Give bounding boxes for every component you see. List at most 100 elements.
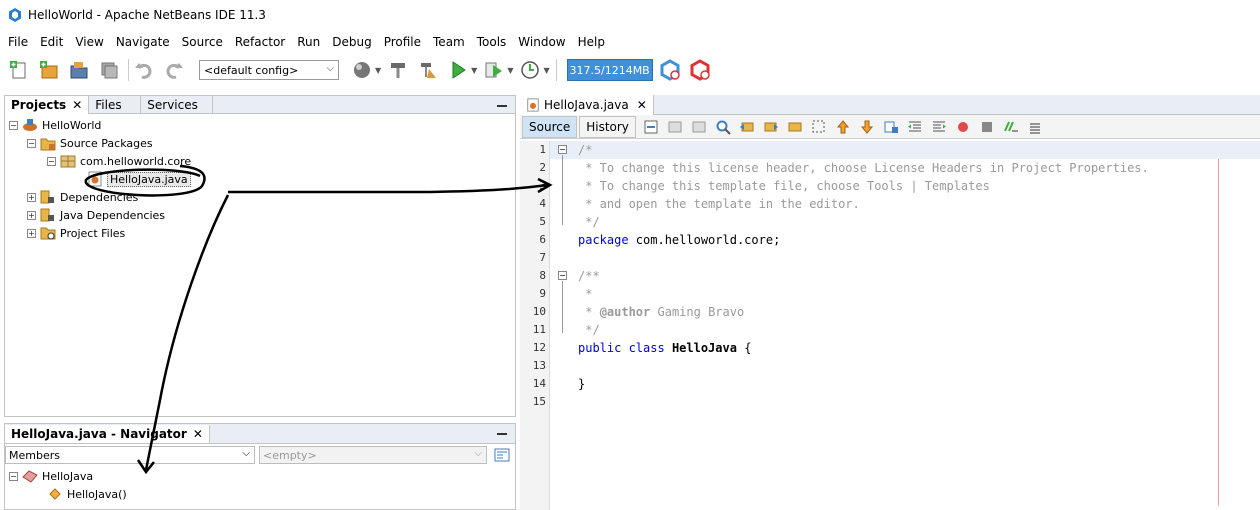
empty-select[interactable]: <empty> ⌵ bbox=[259, 446, 487, 464]
find-button[interactable] bbox=[714, 118, 732, 136]
menu-navigate[interactable]: Navigate bbox=[110, 35, 176, 49]
code-line[interactable]: } bbox=[550, 375, 1260, 393]
uncomment-button[interactable] bbox=[1026, 118, 1044, 136]
profile-button[interactable] bbox=[519, 59, 541, 81]
fold-icon[interactable]: − bbox=[558, 271, 567, 280]
menu-edit[interactable]: Edit bbox=[34, 35, 69, 49]
expand-icon[interactable]: + bbox=[27, 210, 36, 220]
code-area[interactable]: /* * To change this license header, choo… bbox=[550, 141, 1260, 510]
history-mode-button[interactable]: History bbox=[579, 115, 636, 138]
undo-button[interactable] bbox=[133, 59, 155, 81]
code-line[interactable]: */ bbox=[550, 213, 1260, 231]
code-line[interactable]: * and open the template in the editor. bbox=[550, 195, 1260, 213]
tab-services[interactable]: Services bbox=[141, 96, 214, 114]
menu-refactor[interactable]: Refactor bbox=[229, 35, 291, 49]
code-line[interactable] bbox=[550, 357, 1260, 375]
fold-icon[interactable]: − bbox=[558, 145, 567, 154]
source-mode-button[interactable]: Source bbox=[522, 115, 578, 138]
code-line[interactable]: * To change this template file, choose T… bbox=[550, 177, 1260, 195]
clean-build-button[interactable] bbox=[417, 59, 439, 81]
collapse-icon[interactable]: − bbox=[9, 120, 18, 130]
close-icon[interactable]: ✕ bbox=[193, 427, 203, 441]
code-line[interactable]: * @author Gaming Bravo bbox=[550, 303, 1260, 321]
memory-indicator[interactable]: 317.5/1214MB bbox=[566, 59, 653, 81]
config-select[interactable]: <default config> ⌵ bbox=[199, 60, 339, 80]
code-line[interactable]: public class HelloJava { bbox=[550, 339, 1260, 357]
minimize-icon[interactable] bbox=[497, 105, 507, 107]
back-button[interactable] bbox=[666, 118, 684, 136]
last-edit-button[interactable] bbox=[642, 118, 660, 136]
find-next-button[interactable] bbox=[762, 118, 780, 136]
rectangular-select-button[interactable] bbox=[810, 118, 828, 136]
stop-macro-button[interactable] bbox=[978, 118, 996, 136]
expand-icon[interactable]: + bbox=[27, 228, 36, 238]
redo-button[interactable] bbox=[163, 59, 185, 81]
save-all-button[interactable] bbox=[98, 59, 120, 81]
toggle-highlight-button[interactable] bbox=[786, 118, 804, 136]
comment-button[interactable] bbox=[1002, 118, 1020, 136]
find-previous-button[interactable] bbox=[738, 118, 756, 136]
menu-profile[interactable]: Profile bbox=[378, 35, 427, 49]
build-button[interactable] bbox=[387, 59, 409, 81]
forward-button[interactable] bbox=[690, 118, 708, 136]
menu-tools[interactable]: Tools bbox=[471, 35, 513, 49]
start-macro-button[interactable] bbox=[954, 118, 972, 136]
tree-node-hellojava[interactable]: HelloJava.java bbox=[87, 171, 191, 187]
code-line[interactable]: package com.helloworld.core; bbox=[550, 231, 1260, 249]
tab-hellojava[interactable]: HelloJava.java ✕ bbox=[520, 94, 654, 115]
code-line[interactable]: * To change this license header, choose … bbox=[550, 159, 1260, 177]
members-select[interactable]: Members ⌵ bbox=[5, 446, 255, 464]
code-line[interactable] bbox=[550, 249, 1260, 267]
tree-node-java-dependencies[interactable]: + Java Dependencies bbox=[27, 207, 165, 223]
tree-node-source-packages[interactable]: − Source Packages bbox=[27, 135, 153, 151]
dropdown-arrow-icon[interactable]: ▼ bbox=[507, 66, 513, 75]
menu-view[interactable]: View bbox=[69, 35, 109, 49]
menu-debug[interactable]: Debug bbox=[326, 35, 377, 49]
navigator-options-button[interactable] bbox=[491, 446, 513, 464]
nav-node-constructor[interactable]: HelloJava() bbox=[47, 486, 127, 502]
menu-source[interactable]: Source bbox=[176, 35, 229, 49]
menu-file[interactable]: File bbox=[2, 35, 34, 49]
tree-node-dependencies[interactable]: + Dependencies bbox=[27, 189, 138, 205]
profile-ide-button[interactable] bbox=[659, 59, 681, 81]
toggle-bookmark-button[interactable] bbox=[882, 118, 900, 136]
new-project-button[interactable] bbox=[38, 59, 60, 81]
close-icon[interactable]: ✕ bbox=[72, 98, 82, 112]
dependencies-icon bbox=[40, 190, 54, 204]
expand-icon[interactable]: + bbox=[27, 192, 36, 202]
menu-window[interactable]: Window bbox=[512, 35, 571, 49]
dropdown-arrow-icon[interactable]: ▼ bbox=[471, 66, 477, 75]
shift-left-button[interactable] bbox=[906, 118, 924, 136]
collapse-icon[interactable]: − bbox=[47, 156, 56, 166]
code-line[interactable]: /* bbox=[550, 141, 1260, 159]
code-line[interactable]: * bbox=[550, 285, 1260, 303]
debug-button[interactable] bbox=[483, 59, 505, 81]
dropdown-arrow-icon[interactable]: ▼ bbox=[375, 66, 381, 75]
minimize-icon[interactable] bbox=[497, 433, 507, 435]
prev-bookmark-button[interactable] bbox=[834, 118, 852, 136]
menu-run[interactable]: Run bbox=[291, 35, 326, 49]
tab-files[interactable]: Files bbox=[89, 96, 142, 114]
open-project-button[interactable] bbox=[68, 59, 90, 81]
tree-node-package[interactable]: − com.helloworld.core bbox=[47, 153, 191, 169]
tree-node-helloworld[interactable]: − HelloWorld bbox=[9, 117, 101, 133]
set-target-button[interactable] bbox=[351, 59, 373, 81]
stop-profiling-button[interactable] bbox=[689, 59, 711, 81]
code-line[interactable] bbox=[550, 393, 1260, 411]
new-file-button[interactable] bbox=[8, 59, 30, 81]
shift-right-button[interactable] bbox=[930, 118, 948, 136]
run-button[interactable] bbox=[447, 59, 469, 81]
tree-node-project-files[interactable]: + Project Files bbox=[27, 225, 125, 241]
close-icon[interactable]: ✕ bbox=[637, 98, 647, 112]
tab-navigator[interactable]: HelloJava.java - Navigator ✕ bbox=[5, 424, 210, 443]
dropdown-arrow-icon[interactable]: ▼ bbox=[543, 66, 549, 75]
code-line[interactable]: */ bbox=[550, 321, 1260, 339]
menu-team[interactable]: Team bbox=[427, 35, 471, 49]
collapse-icon[interactable]: − bbox=[27, 138, 36, 148]
code-line[interactable]: /** bbox=[550, 267, 1260, 285]
tab-projects[interactable]: Projects ✕ bbox=[5, 96, 90, 114]
menu-help[interactable]: Help bbox=[572, 35, 611, 49]
next-bookmark-button[interactable] bbox=[858, 118, 876, 136]
nav-node-hellojava[interactable]: − HelloJava bbox=[9, 468, 93, 484]
collapse-icon[interactable]: − bbox=[9, 471, 18, 481]
